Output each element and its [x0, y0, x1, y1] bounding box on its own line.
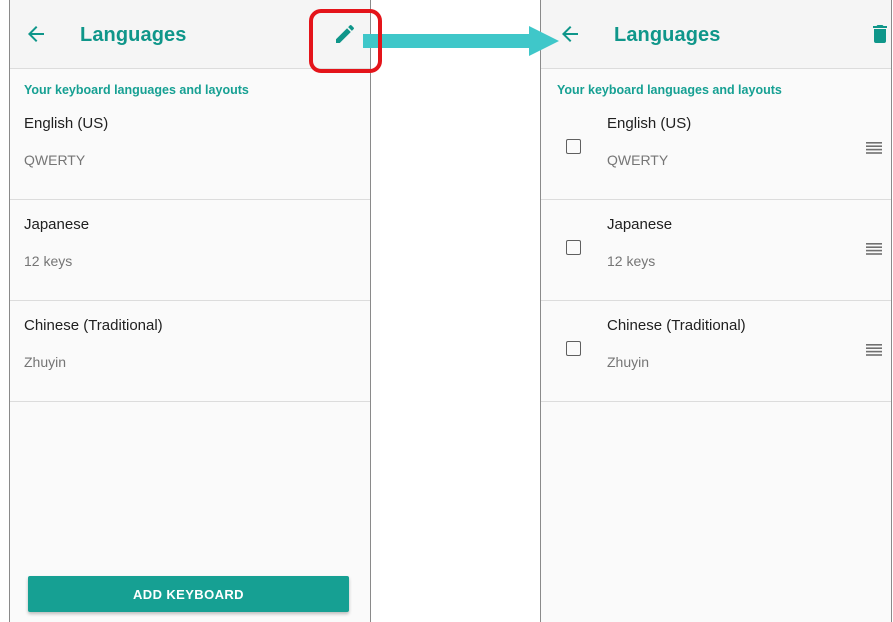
languages-screen-normal: Languages Your keyboard languages and la… — [9, 0, 371, 622]
arrow-back-icon[interactable] — [24, 22, 48, 46]
page-title: Languages — [80, 24, 187, 46]
language-name: English (US) — [24, 115, 109, 132]
section-header: Your keyboard languages and layouts — [24, 83, 249, 97]
language-row-japanese[interactable]: Japanese 12 keys — [541, 200, 891, 301]
language-row-english[interactable]: English (US) QWERTY — [10, 99, 370, 200]
row-checkbox[interactable] — [566, 139, 581, 154]
language-name: Chinese (Traditional) — [24, 317, 163, 334]
edit-icon-highlight — [309, 9, 382, 73]
app-bar: Languages — [541, 0, 891, 69]
language-row-chinese[interactable]: Chinese (Traditional) Zhuyin — [541, 301, 891, 402]
drag-handle-icon[interactable] — [866, 344, 882, 356]
language-layout: QWERTY — [24, 152, 86, 168]
row-checkbox[interactable] — [566, 240, 581, 255]
language-name: Japanese — [607, 216, 673, 233]
add-keyboard-button[interactable]: ADD KEYBOARD — [28, 576, 349, 612]
language-layout: 12 keys — [24, 253, 73, 269]
page-title: Languages — [614, 24, 721, 46]
arrow-back-icon[interactable] — [558, 22, 582, 46]
language-row-english[interactable]: English (US) QWERTY — [541, 99, 891, 200]
row-checkbox[interactable] — [566, 341, 581, 356]
language-row-japanese[interactable]: Japanese 12 keys — [10, 200, 370, 301]
drag-handle-icon[interactable] — [866, 243, 882, 255]
section-header: Your keyboard languages and layouts — [557, 83, 782, 97]
languages-screen-edit-mode: Languages Your keyboard languages and la… — [540, 0, 892, 622]
language-layout: QWERTY — [607, 152, 669, 168]
language-name: English (US) — [607, 115, 692, 132]
drag-handle-icon[interactable] — [866, 142, 882, 154]
language-name: Japanese — [24, 216, 90, 233]
language-row-chinese[interactable]: Chinese (Traditional) Zhuyin — [10, 301, 370, 402]
transition-arrow — [363, 26, 559, 56]
language-name: Chinese (Traditional) — [607, 317, 746, 334]
language-layout: 12 keys — [607, 253, 656, 269]
trash-delete-icon[interactable] — [868, 22, 892, 46]
language-layout: Zhuyin — [607, 354, 650, 370]
language-layout: Zhuyin — [24, 354, 67, 370]
